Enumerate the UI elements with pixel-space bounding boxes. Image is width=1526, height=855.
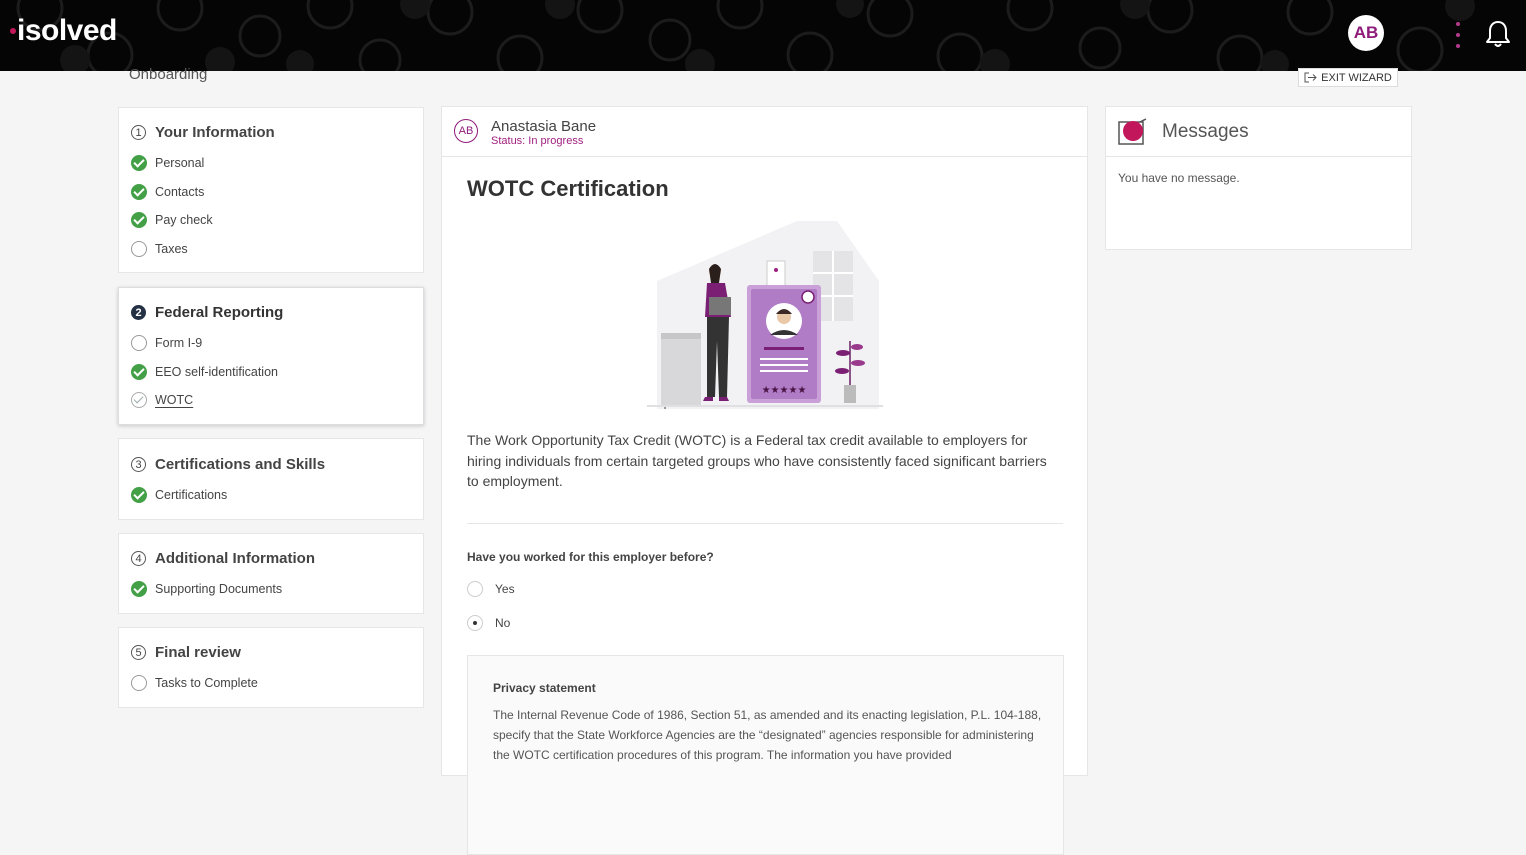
page-title: Onboarding: [129, 66, 208, 83]
notification-bell-icon[interactable]: [1484, 19, 1512, 49]
user-avatar[interactable]: AB: [1348, 15, 1384, 51]
step-item-label: EEO self-identification: [155, 365, 278, 379]
step-item-tasks-to-complete[interactable]: Tasks to Complete: [131, 675, 258, 691]
worked-before-question: Have you worked for this employer before…: [467, 550, 714, 564]
messages-header: Messages: [1106, 107, 1411, 157]
radio-label-yes: Yes: [495, 582, 515, 596]
check-circle-icon: [131, 155, 147, 171]
exit-wizard-button[interactable]: EXIT WIZARD: [1298, 68, 1398, 87]
wotc-title: WOTC Certification: [467, 176, 669, 201]
step-item-contacts[interactable]: Contacts: [131, 184, 204, 200]
logo-text: isolved: [17, 14, 117, 47]
divider: [467, 523, 1063, 524]
svg-text:★★★★★: ★★★★★: [762, 385, 807, 396]
step-header[interactable]: 4 Additional Information: [131, 550, 315, 567]
wotc-intro-text: The Work Opportunity Tax Credit (WOTC) i…: [467, 432, 1047, 489]
step-item-label: Taxes: [155, 242, 188, 256]
step-card-your-information: 1 Your Information Personal Contacts Pay…: [118, 107, 424, 273]
step-item-label: Personal: [155, 156, 205, 170]
topbar-pattern: [16, 0, 1475, 71]
step-item-label: WOTC: [155, 393, 194, 407]
step-card-final-review: 5 Final review Tasks to Complete: [118, 627, 424, 708]
step-card-federal-reporting: 2 Federal Reporting Form I-9 EEO self-id…: [118, 287, 424, 425]
step-number: 1: [131, 125, 146, 140]
step-header[interactable]: 1 Your Information: [131, 124, 275, 141]
check-circle-icon: [131, 364, 147, 380]
step-item-certifications[interactable]: Certifications: [131, 487, 227, 503]
step-item-eeo[interactable]: EEO self-identification: [131, 364, 278, 380]
step-item-supporting-documents[interactable]: Supporting Documents: [131, 581, 282, 597]
check-circle-icon: [131, 212, 147, 228]
messages-icon: [1118, 118, 1147, 145]
privacy-body: The Internal Revenue Code of 1986, Secti…: [493, 708, 1042, 762]
privacy-statement-box: Privacy statement The Internal Revenue C…: [467, 655, 1064, 855]
step-item-label: Pay check: [155, 213, 213, 227]
step-card-additional-information: 4 Additional Information Supporting Docu…: [118, 533, 424, 614]
empty-circle-icon: [131, 335, 147, 351]
step-number: 3: [131, 457, 146, 472]
step-title: Your Information: [155, 124, 275, 141]
radio-label-no: No: [495, 616, 511, 630]
radio-button-yes[interactable]: [467, 581, 483, 597]
step-title: Additional Information: [155, 550, 315, 567]
step-item-label: Tasks to Complete: [155, 676, 258, 690]
employee-name: Anastasia Bane: [491, 118, 597, 135]
top-bar: isolved AB: [0, 0, 1526, 71]
step-item-label: Form I-9: [155, 336, 203, 350]
step-title: Final review: [155, 644, 241, 661]
step-item-label: Certifications: [155, 488, 228, 502]
messages-panel: Messages You have no message.: [1105, 106, 1412, 250]
messages-empty-text: You have no message.: [1118, 171, 1240, 185]
step-number: 2: [131, 305, 146, 320]
empty-circle-icon: [131, 241, 147, 257]
step-title: Federal Reporting: [155, 304, 284, 321]
more-options-icon[interactable]: [1449, 22, 1467, 48]
check-circle-icon: [131, 184, 147, 200]
step-header[interactable]: 5 Final review: [131, 644, 241, 661]
employee-header: AB Anastasia Bane Status: In progress: [442, 107, 1087, 157]
step-item-personal[interactable]: Personal: [131, 155, 204, 171]
step-number: 4: [131, 551, 146, 566]
step-title: Certifications and Skills: [155, 456, 326, 473]
step-header[interactable]: 2 Federal Reporting: [131, 304, 283, 321]
step-item-wotc[interactable]: WOTC: [131, 392, 193, 408]
step-item-label: Contacts: [155, 185, 205, 199]
radio-option-no[interactable]: No: [467, 615, 510, 631]
wotc-illustration: ★★★★★: [647, 221, 883, 409]
isolved-logo[interactable]: isolved: [10, 14, 117, 48]
step-item-form-i9[interactable]: Form I-9: [131, 335, 202, 351]
exit-wizard-label: EXIT WIZARD: [1321, 71, 1392, 84]
step-item-pay-check[interactable]: Pay check: [131, 212, 213, 228]
privacy-title: Privacy statement: [493, 681, 596, 695]
current-step-icon: [131, 392, 147, 408]
check-circle-icon: [131, 487, 147, 503]
step-item-label: Supporting Documents: [155, 582, 283, 596]
step-number: 5: [131, 645, 146, 660]
employee-status: Status: In progress: [491, 135, 584, 147]
exit-icon: [1304, 72, 1317, 83]
step-item-taxes[interactable]: Taxes: [131, 241, 188, 257]
employee-avatar: AB: [454, 119, 478, 143]
empty-circle-icon: [131, 675, 147, 691]
check-circle-icon: [131, 581, 147, 597]
logo-dot: [10, 28, 16, 34]
radio-option-yes[interactable]: Yes: [467, 581, 515, 597]
step-card-certifications: 3 Certifications and Skills Certificatio…: [118, 438, 424, 520]
messages-title: Messages: [1162, 121, 1249, 142]
radio-button-no[interactable]: [467, 615, 483, 631]
wotc-main-card: AB Anastasia Bane Status: In progress WO…: [441, 106, 1088, 855]
step-header[interactable]: 3 Certifications and Skills: [131, 456, 325, 473]
